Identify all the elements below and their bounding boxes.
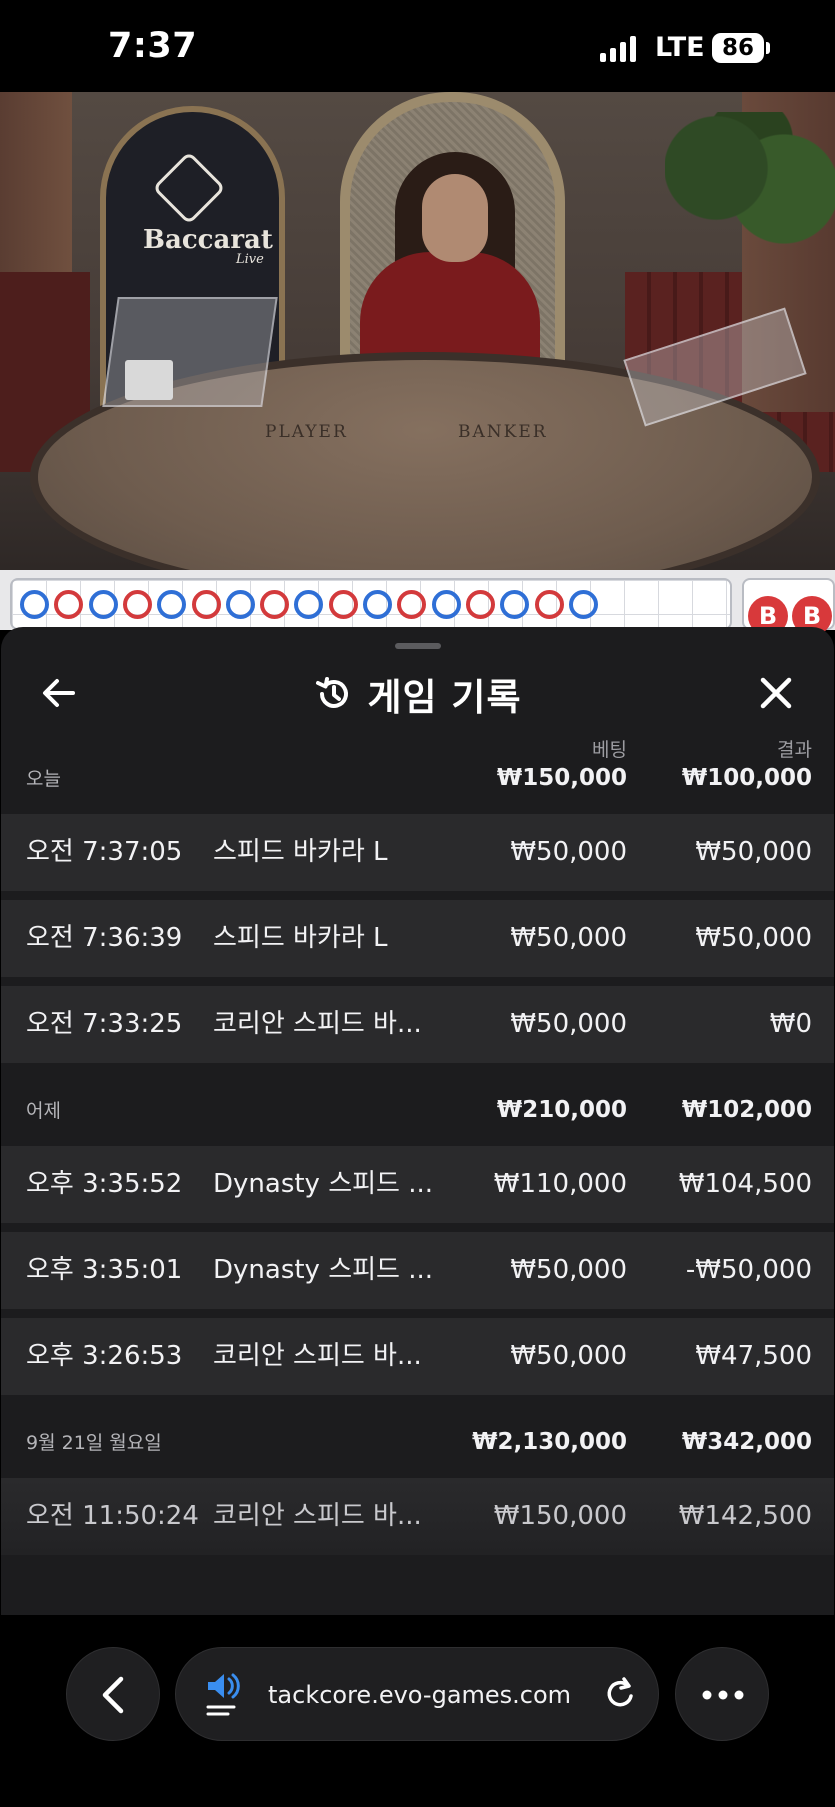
row-game: 코리안 스피드 바... [213, 1341, 422, 1371]
card-stack [125, 360, 173, 400]
banker-bead [328, 590, 358, 619]
page-title: 게임 기록 [367, 676, 522, 719]
close-icon [760, 677, 792, 709]
bead-road[interactable] [10, 578, 732, 630]
player-bead [88, 590, 118, 619]
baccarat-logo-sub: Live [236, 252, 264, 267]
speaker-icon[interactable] [206, 1670, 246, 1720]
group-result-total: ₩100,000 [681, 765, 812, 791]
group-bet-total: ₩150,000 [496, 765, 627, 791]
banker-bead [191, 590, 221, 619]
history-row[interactable]: 오전 7:33:25 코리안 스피드 바... ₩50,000 ₩0 [1, 986, 834, 1063]
row-game: 스피드 바카라 L [213, 837, 388, 867]
player-bead [157, 590, 187, 619]
roadmap-strip[interactable]: B B [0, 570, 835, 636]
row-time: 오후 3:26:53 [26, 1341, 183, 1371]
row-time: 오전 7:33:25 [26, 1009, 183, 1039]
group-header-date: 9월 21일 월요일 ₩2,130,000 ₩342,000 [1, 1413, 834, 1459]
player-bead [294, 590, 324, 619]
banker-bead [260, 590, 290, 619]
player-bead [363, 590, 392, 619]
row-game: Dynasty 스피드 ... [213, 1255, 434, 1285]
browser-back-button[interactable] [66, 1647, 160, 1741]
history-icon [316, 677, 349, 708]
url-bar[interactable]: tackcore.evo-games.com [175, 1647, 659, 1741]
row-result: ₩104,500 [678, 1169, 812, 1199]
table-label-banker: BANKER [458, 422, 548, 442]
close-button[interactable] [754, 671, 798, 715]
history-row[interactable]: 오전 7:36:39 스피드 바카라 L ₩50,000 ₩50,000 [1, 900, 834, 977]
row-time: 오전 7:36:39 [26, 923, 183, 953]
group-label: 오늘 [26, 768, 61, 790]
row-bet: ₩110,000 [493, 1169, 627, 1199]
baccarat-logo-text: Baccarat [143, 225, 273, 255]
row-bet: ₩50,000 [510, 1009, 627, 1039]
row-result: ₩50,000 [695, 837, 812, 867]
status-time: 7:37 [108, 26, 198, 66]
row-time: 오후 3:35:01 [26, 1255, 183, 1285]
row-result: ₩0 [769, 1009, 812, 1039]
banker-bead [534, 590, 564, 619]
row-game: Dynasty 스피드 ... [213, 1169, 434, 1199]
group-bet-total: ₩210,000 [496, 1097, 627, 1123]
row-time: 오전 11:50:24 [26, 1501, 199, 1531]
player-bead [568, 590, 598, 619]
sheet-grabber[interactable] [395, 643, 441, 649]
player-bead [225, 590, 255, 619]
banker-bead [465, 590, 495, 619]
banker-bead [122, 590, 152, 619]
group-label: 9월 21일 월요일 [26, 1432, 162, 1454]
banker-bead [397, 590, 427, 619]
history-row[interactable]: 오후 3:35:52 Dynasty 스피드 ... ₩110,000 ₩104… [1, 1146, 834, 1223]
history-row[interactable]: 오전 11:50:24 코리안 스피드 바... ₩150,000 ₩142,5… [1, 1478, 834, 1555]
browser-toolbar: tackcore.evo-games.com [0, 1615, 835, 1807]
network-label: LTE [655, 32, 705, 63]
row-result: -₩50,000 [685, 1255, 812, 1285]
row-game: 스피드 바카라 L [213, 923, 388, 953]
row-bet: ₩50,000 [510, 1255, 627, 1285]
player-bead [20, 590, 49, 619]
row-bet: ₩50,000 [510, 837, 627, 867]
reload-icon[interactable] [600, 1674, 640, 1714]
group-bet-total: ₩2,130,000 [472, 1429, 627, 1455]
row-result: ₩142,500 [678, 1501, 812, 1531]
live-video[interactable]: Baccarat Live PLAYER BANKER [0, 92, 835, 570]
row-bet: ₩50,000 [510, 923, 627, 953]
battery-icon: 86 [712, 33, 764, 63]
row-bet: ₩50,000 [510, 1341, 627, 1371]
group-result-total: ₩342,000 [681, 1429, 812, 1455]
signal-icon [600, 36, 636, 62]
row-time: 오후 3:35:52 [26, 1169, 183, 1199]
group-result-total: ₩102,000 [681, 1097, 812, 1123]
row-result: ₩50,000 [695, 923, 812, 953]
row-time: 오전 7:37:05 [26, 837, 183, 867]
row-result: ₩47,500 [695, 1341, 812, 1371]
row-bet: ₩150,000 [493, 1501, 627, 1531]
status-bar: 7:37 LTE 86 [0, 0, 835, 92]
history-row[interactable]: 오후 3:26:53 코리안 스피드 바... ₩50,000 ₩47,500 [1, 1318, 834, 1395]
more-button[interactable] [675, 1647, 769, 1741]
plants-decoration [665, 112, 835, 252]
row-game: 코리안 스피드 바... [213, 1501, 422, 1531]
chevron-left-icon [102, 1676, 124, 1714]
url-text: tackcore.evo-games.com [268, 1681, 572, 1709]
side-road[interactable]: B B [742, 578, 835, 636]
battery-tip [766, 42, 770, 54]
table-label-player: PLAYER [265, 422, 348, 442]
sheet-header: 게임 기록 [1, 667, 834, 721]
game-history-sheet: 게임 기록 베팅 결과 오늘 ₩150,000 ₩100,000 오전 7:37… [1, 627, 834, 1615]
history-row[interactable]: 오후 3:35:01 Dynasty 스피드 ... ₩50,000 -₩50,… [1, 1232, 834, 1309]
group-header-today: 오늘 ₩150,000 ₩100,000 [1, 749, 834, 795]
row-game: 코리안 스피드 바... [213, 1009, 422, 1039]
banker-bead [54, 590, 84, 619]
player-bead [431, 590, 461, 619]
group-label: 어제 [26, 1100, 61, 1122]
more-icon [702, 1690, 744, 1700]
group-header-yesterday: 어제 ₩210,000 ₩102,000 [1, 1081, 834, 1127]
player-bead [500, 590, 530, 619]
history-row[interactable]: 오전 7:37:05 스피드 바카라 L ₩50,000 ₩50,000 [1, 814, 834, 891]
